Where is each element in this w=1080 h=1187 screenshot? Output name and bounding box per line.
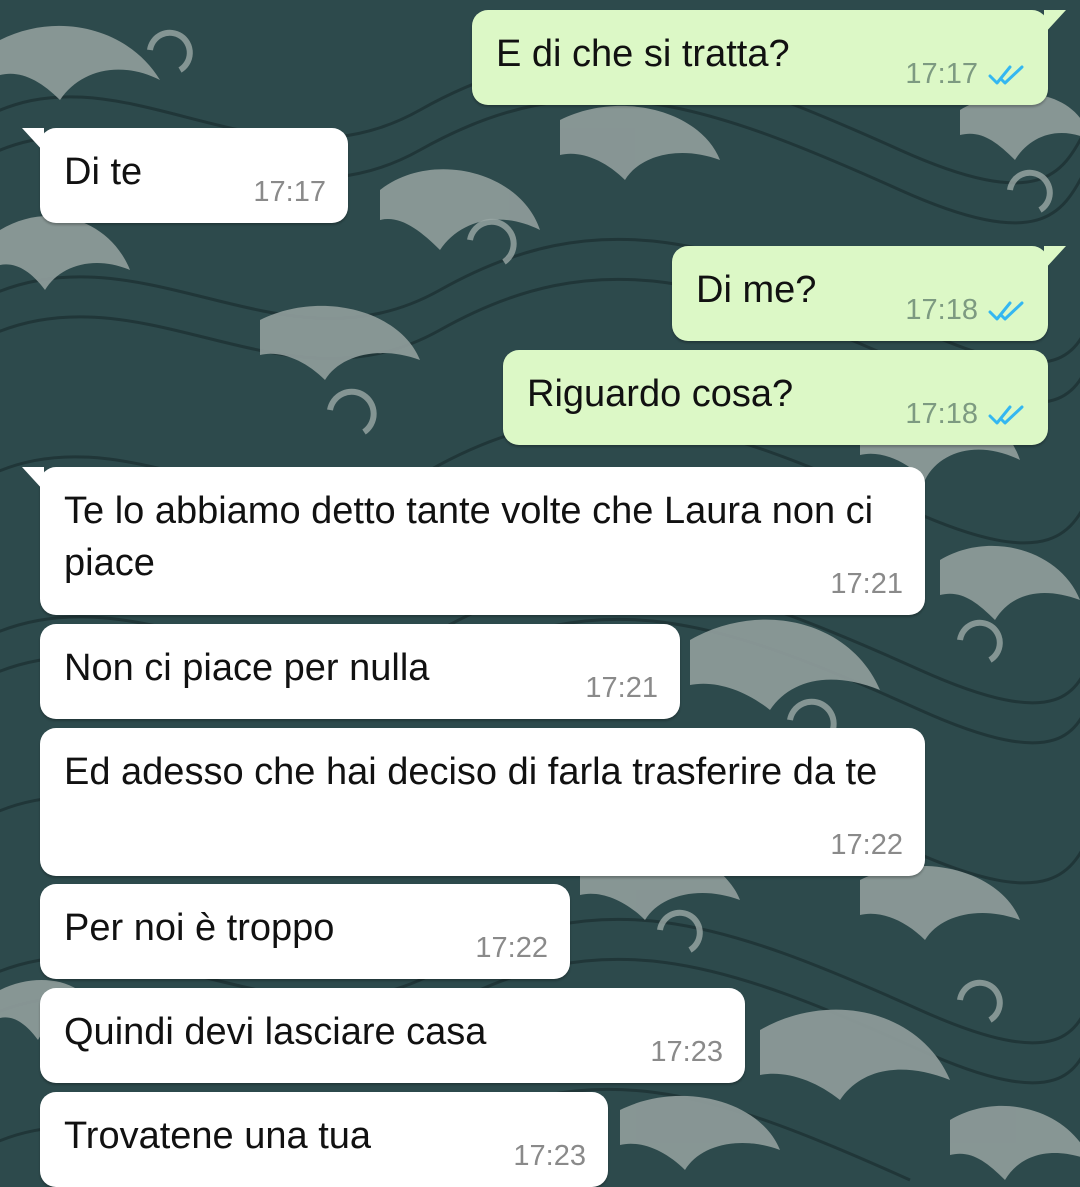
- bubble-tail: [22, 467, 44, 491]
- outgoing-message[interactable]: E di che si tratta? 17:17: [472, 10, 1066, 105]
- message-meta: 17:18: [905, 398, 1026, 431]
- message-meta: 17:22: [475, 932, 548, 965]
- double-check-icon: [988, 65, 1024, 84]
- outgoing-message[interactable]: Riguardo cosa? 17:18: [503, 350, 1048, 445]
- message-time: 17:22: [830, 829, 903, 861]
- message-text: Te lo abbiamo detto tante volte che Laur…: [64, 490, 874, 584]
- message-time: 17:17: [905, 58, 978, 90]
- incoming-message[interactable]: Ed adesso che hai deciso di farla trasfe…: [40, 728, 925, 876]
- message-time: 17:17: [253, 176, 326, 208]
- message-text: Non ci piace per nulla: [64, 647, 430, 689]
- incoming-message[interactable]: Te lo abbiamo detto tante volte che Laur…: [22, 467, 925, 615]
- message-meta: 17:21: [830, 568, 903, 601]
- bubble-tail: [22, 128, 44, 152]
- message-text: Di me?: [696, 269, 817, 311]
- incoming-message[interactable]: Di te 17:17: [22, 128, 348, 223]
- incoming-message[interactable]: Quindi devi lasciare casa 17:23: [40, 988, 745, 1083]
- double-check-icon: [988, 301, 1024, 320]
- message-meta: 17:21: [585, 672, 658, 705]
- message-text: Per noi è troppo: [64, 907, 335, 949]
- message-text: Trovatene una tua: [64, 1115, 372, 1157]
- incoming-message[interactable]: Trovatene una tua 17:23: [40, 1092, 608, 1187]
- message-time: 17:21: [830, 568, 903, 600]
- message-meta: 17:22: [830, 829, 903, 862]
- message-text: E di che si tratta?: [496, 33, 790, 75]
- message-time: 17:23: [513, 1140, 586, 1172]
- message-time: 17:23: [650, 1036, 723, 1068]
- outgoing-message[interactable]: Di me? 17:18: [672, 246, 1066, 341]
- message-text: Quindi devi lasciare casa: [64, 1011, 487, 1053]
- double-check-icon: [988, 405, 1024, 424]
- message-meta: 17:23: [513, 1140, 586, 1173]
- message-time: 17:21: [585, 672, 658, 704]
- message-time: 17:18: [905, 294, 978, 326]
- message-text: Di te: [64, 151, 143, 193]
- bubble-tail: [1044, 246, 1066, 270]
- message-meta: 17:23: [650, 1036, 723, 1069]
- message-text: Riguardo cosa?: [527, 373, 794, 415]
- message-meta: 17:17: [253, 176, 326, 209]
- incoming-message[interactable]: Per noi è troppo 17:22: [40, 884, 570, 979]
- message-time: 17:18: [905, 398, 978, 430]
- message-time: 17:22: [475, 932, 548, 964]
- incoming-message[interactable]: Non ci piace per nulla 17:21: [40, 624, 680, 719]
- message-meta: 17:17: [905, 58, 1026, 91]
- message-meta: 17:18: [905, 294, 1026, 327]
- message-text: Ed adesso che hai deciso di farla trasfe…: [64, 751, 878, 793]
- bubble-tail: [1044, 10, 1066, 34]
